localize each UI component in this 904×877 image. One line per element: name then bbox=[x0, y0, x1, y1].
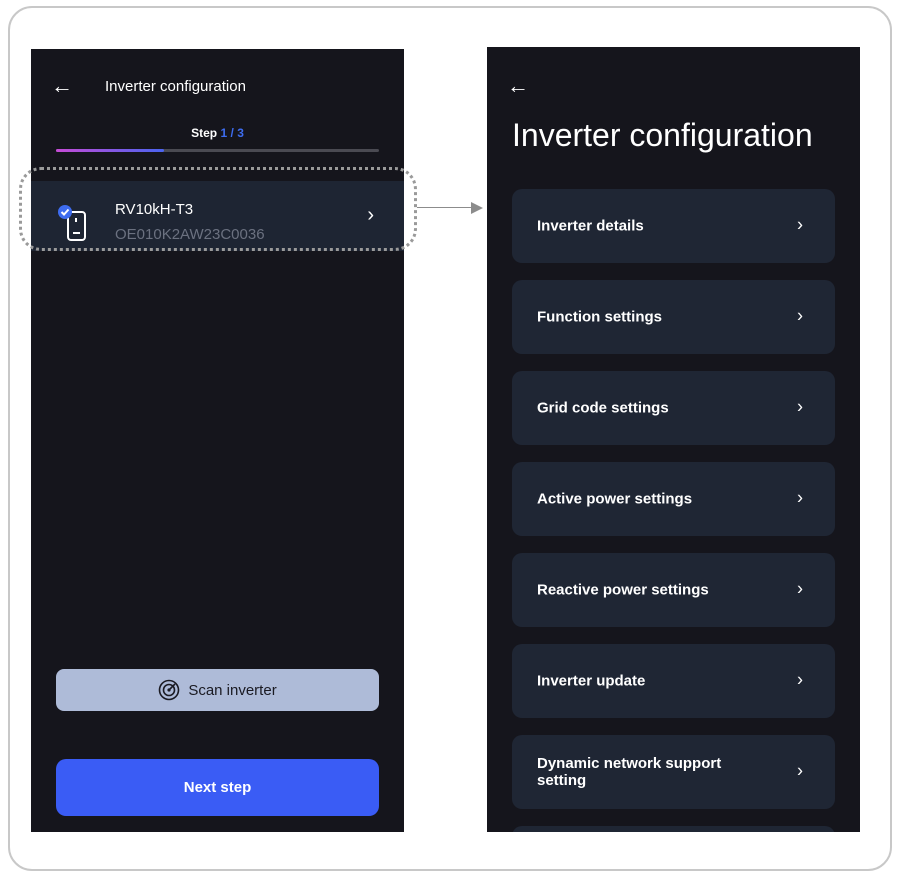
chevron-right-icon: › bbox=[797, 669, 803, 690]
radar-icon bbox=[159, 679, 180, 701]
menu-item[interactable]: Grid code settings › bbox=[512, 371, 835, 445]
page-title: Inverter configuration bbox=[512, 117, 813, 153]
menu-item[interactable]: Dynamic network support setting › bbox=[512, 735, 835, 809]
menu-item-label: Active power settings bbox=[537, 490, 693, 508]
chevron-right-icon: › bbox=[797, 214, 803, 235]
menu-item-label: Grid code settings bbox=[537, 399, 669, 417]
next-step-label: Next step bbox=[183, 779, 252, 796]
menu-item[interactable]: Active power settings › bbox=[512, 462, 835, 536]
menu-item[interactable]: Reactive power settings › bbox=[512, 553, 835, 627]
scan-inverter-button[interactable]: Scan inverter bbox=[56, 669, 379, 711]
step-indicator: Step 1 / 3 bbox=[31, 126, 404, 140]
step-progress-fill bbox=[56, 149, 164, 152]
settings-menu-list: Inverter details › Function settings › Grid … bbox=[512, 189, 835, 832]
menu-item-partial[interactable] bbox=[512, 826, 835, 832]
scan-inverter-label: Scan inverter bbox=[188, 681, 277, 699]
menu-item-label: Reactive power settings bbox=[537, 581, 709, 599]
menu-item-label: Dynamic network support setting bbox=[537, 755, 722, 789]
menu-item[interactable]: Inverter details › bbox=[512, 189, 835, 263]
connector-line bbox=[417, 207, 473, 208]
chevron-right-icon: › bbox=[797, 396, 803, 417]
back-arrow-icon[interactable]: ← bbox=[51, 75, 73, 97]
step-progress-bar bbox=[56, 149, 379, 152]
topbar-title: Inverter configuration bbox=[105, 78, 246, 95]
right-phone-screen: ← Inverter configuration Inverter detail… bbox=[487, 47, 860, 832]
step-separator: / bbox=[227, 126, 238, 140]
step-label: Step bbox=[191, 126, 218, 140]
next-step-button[interactable]: Next step bbox=[56, 759, 379, 816]
chevron-right-icon: › bbox=[797, 578, 803, 599]
menu-item-label: Inverter details bbox=[537, 217, 644, 235]
chevron-right-icon: › bbox=[797, 487, 803, 508]
chevron-right-icon: › bbox=[797, 760, 803, 781]
connector-arrowhead bbox=[471, 202, 483, 214]
menu-item-label: Inverter update bbox=[537, 672, 646, 690]
menu-item[interactable]: Function settings › bbox=[512, 280, 835, 354]
highlight-callout bbox=[19, 167, 417, 251]
step-total: 3 bbox=[237, 126, 244, 140]
menu-item[interactable]: Inverter update › bbox=[512, 644, 835, 718]
chevron-right-icon: › bbox=[797, 305, 803, 326]
back-arrow-icon[interactable]: ← bbox=[507, 75, 529, 97]
menu-item-label: Function settings bbox=[537, 308, 662, 326]
